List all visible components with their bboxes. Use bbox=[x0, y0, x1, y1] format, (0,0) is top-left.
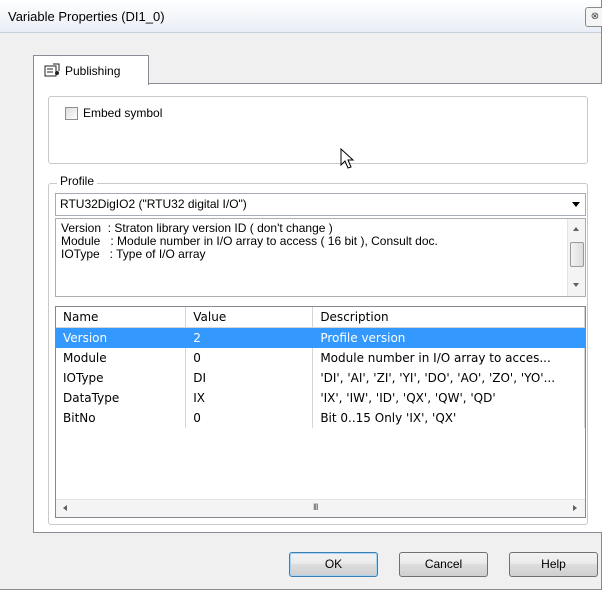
cell-name: DataType bbox=[56, 388, 187, 408]
cell-description: Module number in I/O array to acces... bbox=[312, 348, 585, 368]
cell-name: BitNo bbox=[56, 408, 187, 428]
column-header-description[interactable]: Description bbox=[312, 307, 585, 328]
cell-value[interactable]: 0 bbox=[185, 348, 314, 368]
cell-value[interactable]: 0 bbox=[185, 408, 314, 428]
description-line: IOType : Type of I/O array bbox=[61, 247, 206, 261]
cell-name: Version bbox=[56, 327, 187, 348]
table-row[interactable]: Version 2 Profile version bbox=[56, 327, 585, 348]
cell-value[interactable]: IX bbox=[185, 388, 314, 408]
description-scrollbar[interactable] bbox=[567, 219, 585, 296]
properties-page-icon bbox=[44, 63, 60, 77]
cell-name: Module bbox=[56, 348, 187, 368]
profile-group-label: Profile bbox=[57, 174, 98, 188]
cell-description: 'IX', 'IW', 'ID', 'QX', 'QW', 'QD' bbox=[312, 388, 585, 408]
column-header-name[interactable]: Name bbox=[56, 307, 187, 328]
ok-button[interactable]: OK bbox=[289, 552, 378, 577]
cancel-button[interactable]: Cancel bbox=[399, 552, 488, 577]
table-row[interactable]: BitNo 0 Bit 0..15 Only 'IX', 'QX' bbox=[56, 408, 585, 428]
mouse-cursor-icon bbox=[340, 148, 355, 169]
table-row[interactable]: DataType IX 'IX', 'IW', 'ID', 'QX', 'QW'… bbox=[56, 388, 585, 408]
table-row[interactable]: Module 0 Module number in I/O array to a… bbox=[56, 348, 585, 368]
profile-select-value: RTU32DigIO2 ("RTU32 digital I/O") bbox=[60, 197, 247, 211]
scroll-left-icon[interactable] bbox=[63, 505, 67, 511]
scroll-up-icon[interactable] bbox=[573, 227, 579, 231]
cell-description: Bit 0..15 Only 'IX', 'QX' bbox=[312, 408, 585, 428]
profile-select[interactable]: RTU32DigIO2 ("RTU32 digital I/O") bbox=[55, 193, 586, 216]
dialog-title: Variable Properties (DI1_0) bbox=[8, 9, 165, 24]
close-icon: ⊗ bbox=[590, 11, 600, 22]
tab-publishing-label: Publishing bbox=[65, 64, 121, 78]
scroll-grip-icon[interactable]: III bbox=[313, 502, 318, 512]
scroll-right-icon[interactable] bbox=[573, 505, 577, 511]
cell-value[interactable]: DI bbox=[185, 368, 314, 388]
cell-name: IOType bbox=[56, 368, 187, 388]
table-row[interactable]: IOType DI 'DI', 'AI', 'ZI', 'YI', 'DO', … bbox=[56, 368, 585, 388]
embed-symbol-label[interactable]: Embed symbol bbox=[83, 106, 162, 120]
scroll-down-icon[interactable] bbox=[573, 283, 579, 287]
dropdown-arrow-icon[interactable] bbox=[572, 202, 580, 207]
column-header-value[interactable]: Value bbox=[185, 307, 314, 328]
close-button[interactable]: ⊗ bbox=[585, 7, 602, 27]
scroll-thumb[interactable] bbox=[570, 242, 584, 267]
variable-properties-dialog: Variable Properties (DI1_0) ⊗ Publishing… bbox=[0, 0, 602, 590]
cell-description: Profile version bbox=[312, 327, 585, 348]
profile-description: Version : Straton library version ID ( d… bbox=[55, 218, 586, 297]
tab-publishing[interactable]: Publishing bbox=[33, 55, 149, 85]
cell-description: 'DI', 'AI', 'ZI', 'YI', 'DO', 'AO', 'ZO'… bbox=[312, 368, 585, 388]
title-bar: Variable Properties (DI1_0) ⊗ bbox=[0, 0, 602, 33]
cell-value[interactable]: 2 bbox=[185, 327, 314, 348]
grid-header-row: Name Value Description bbox=[56, 307, 585, 328]
embed-symbol-checkbox[interactable] bbox=[65, 107, 78, 120]
grid-horizontal-scrollbar[interactable]: III bbox=[56, 499, 585, 517]
help-button[interactable]: Help bbox=[509, 552, 598, 577]
properties-grid: Name Value Description Version 2 Profile… bbox=[55, 306, 586, 518]
